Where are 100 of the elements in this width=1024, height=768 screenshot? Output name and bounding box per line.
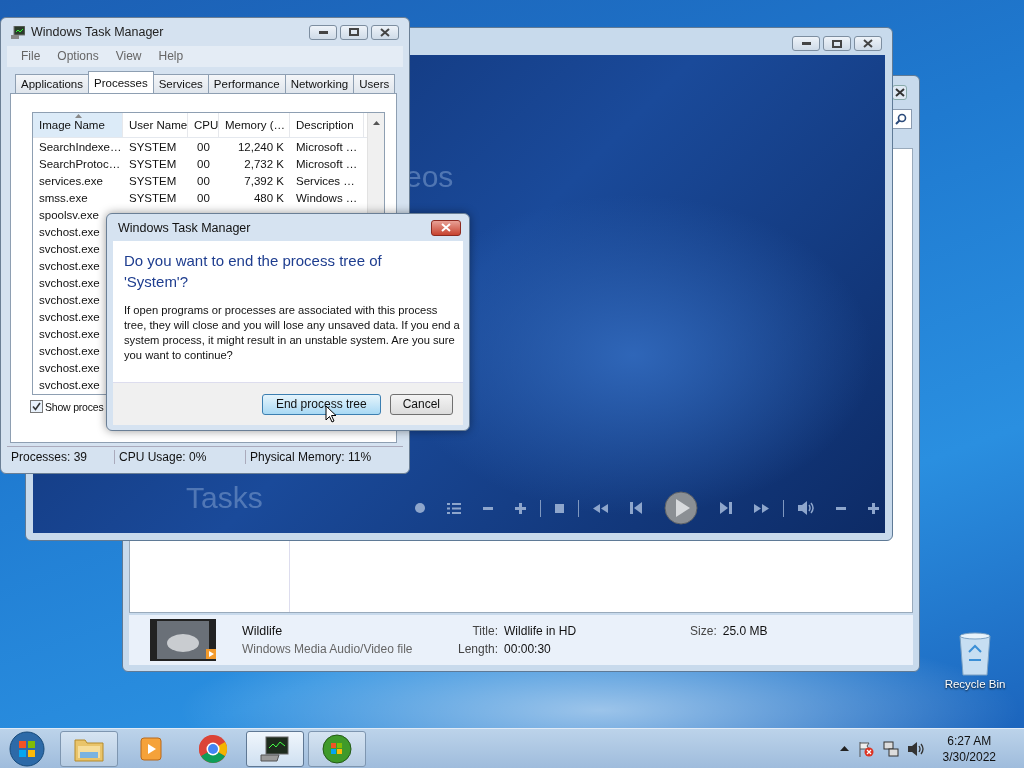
- minimize-icon: [318, 30, 328, 34]
- dot-icon[interactable]: [415, 503, 425, 513]
- search-icon: [895, 113, 907, 125]
- monitor-icon: [260, 735, 290, 762]
- network-icon[interactable]: [882, 740, 899, 757]
- column-header[interactable]: Description: [290, 113, 364, 137]
- search-field[interactable]: [892, 109, 912, 129]
- stop-icon[interactable]: [555, 503, 564, 513]
- table-cell: 00: [197, 157, 210, 170]
- table-cell: smss.exe: [39, 191, 88, 204]
- flag-warning-icon[interactable]: [857, 740, 874, 757]
- tab[interactable]: Users: [353, 74, 396, 93]
- tab[interactable]: Services: [152, 74, 209, 93]
- table-cell: svchost.exe: [39, 242, 100, 255]
- table-cell: SearchProtoc…: [39, 157, 121, 170]
- play-icon[interactable]: [664, 491, 698, 525]
- close-icon: [894, 88, 905, 97]
- maximize-button[interactable]: [340, 24, 368, 40]
- close-icon: [380, 27, 390, 37]
- dialog-button[interactable]: End process tree: [261, 393, 381, 415]
- plus-icon[interactable]: [515, 502, 526, 514]
- minimize-icon: [801, 42, 811, 45]
- status-text: CPU Usage: 0%: [115, 450, 246, 464]
- clock-time: 6:27 AM: [947, 733, 992, 748]
- dialog-message: If open programs or processes are associated with this process tree, they will close and you will lose any unsaved data. If you end a system process, it might result in an unstable system. Are you sure you want to continue?: [124, 303, 460, 363]
- status-text: Physical Memory: 11%: [249, 450, 373, 464]
- scroll-up-icon: [372, 121, 380, 125]
- maximize-button[interactable]: [823, 36, 851, 51]
- plus-icon[interactable]: [868, 502, 879, 514]
- next-icon[interactable]: [720, 502, 732, 514]
- table-cell: svchost.exe: [39, 259, 100, 272]
- close-icon: [863, 39, 873, 48]
- table-cell: SYSTEM: [129, 174, 177, 187]
- close-button[interactable]: [854, 36, 882, 51]
- column-header[interactable]: Memory (…: [219, 113, 290, 137]
- table-cell: Services …: [296, 174, 355, 187]
- media-player-icon: [138, 735, 164, 762]
- table-cell: 2,732 K: [244, 157, 284, 170]
- table-cell: SYSTEM: [129, 157, 177, 170]
- tab[interactable]: Performance: [207, 74, 286, 93]
- minus-icon[interactable]: [483, 506, 493, 510]
- checkbox[interactable]: [30, 400, 43, 413]
- status-text: Processes: 39: [7, 450, 115, 464]
- browser-logo-icon: [198, 733, 228, 764]
- table-cell: svchost.exe: [39, 344, 100, 357]
- volume-icon[interactable]: [798, 501, 814, 515]
- video-thumbnail: [150, 619, 216, 661]
- tab[interactable]: Processes: [88, 71, 154, 93]
- taskbar-button[interactable]: [246, 730, 304, 767]
- menu-item[interactable]: Options: [57, 49, 99, 64]
- previous-icon[interactable]: [630, 502, 642, 514]
- close-icon: [441, 223, 451, 232]
- column-header[interactable]: Image Name: [33, 113, 123, 137]
- table-cell: 00: [197, 191, 210, 204]
- show-hidden-icons-arrow[interactable]: [839, 746, 849, 751]
- table-cell: services.exe: [39, 174, 103, 187]
- table-cell: 480 K: [253, 191, 284, 204]
- media-center-icon: [322, 733, 352, 764]
- column-header[interactable]: User Name: [123, 113, 188, 137]
- menu-item[interactable]: File: [21, 49, 41, 64]
- minimize-button[interactable]: [309, 24, 337, 40]
- list-icon[interactable]: [447, 502, 461, 514]
- table-cell: SearchIndexe…: [39, 140, 122, 153]
- close-button[interactable]: [431, 219, 461, 236]
- menu-item[interactable]: Help: [158, 49, 184, 64]
- close-button[interactable]: [371, 24, 399, 40]
- menu-item[interactable]: View: [115, 49, 142, 64]
- recycle-bin-icon[interactable]: [957, 632, 993, 676]
- clock-date: 3/30/2022: [942, 749, 996, 764]
- tab[interactable]: Applications: [15, 74, 89, 93]
- tab[interactable]: Networking: [284, 74, 355, 93]
- minimize-button[interactable]: [792, 36, 820, 51]
- table-cell: 00: [197, 140, 210, 153]
- menu-strip-text: Tasks: [186, 481, 263, 515]
- table-cell: spoolsv.exe: [39, 208, 99, 221]
- property-value: 25.0 MB: [722, 624, 768, 638]
- maximize-icon: [349, 28, 359, 36]
- start-button[interactable]: [9, 730, 45, 767]
- table-cell: svchost.exe: [39, 225, 100, 238]
- table-cell: Microsoft …: [296, 157, 358, 170]
- fast-forward-icon[interactable]: [754, 503, 769, 513]
- minus-icon[interactable]: [836, 506, 846, 510]
- table-cell: SYSTEM: [129, 191, 177, 204]
- volume-icon[interactable]: [907, 741, 924, 756]
- dialog-heading: Do you want to end the process tree of 'System'?: [124, 251, 383, 292]
- maximize-icon: [832, 39, 842, 48]
- property-value: 00:00:30: [504, 642, 552, 656]
- table-cell: svchost.exe: [39, 293, 100, 306]
- clock[interactable]: 6:27 AM 3/30/2022: [942, 733, 996, 764]
- desktop-icon-label[interactable]: Recycle Bin: [944, 678, 1006, 690]
- table-cell: svchost.exe: [39, 327, 100, 340]
- table-cell: svchost.exe: [39, 276, 100, 289]
- table-cell: 12,240 K: [237, 140, 284, 153]
- table-cell: SYSTEM: [129, 140, 177, 153]
- column-header[interactable]: CPU: [188, 113, 219, 137]
- checkbox-label: Show proces: [45, 400, 104, 413]
- sort-caret-icon: [75, 114, 82, 118]
- table-cell: Microsoft …: [296, 140, 358, 153]
- dialog-button[interactable]: Cancel: [389, 393, 453, 415]
- rewind-icon[interactable]: [593, 503, 608, 513]
